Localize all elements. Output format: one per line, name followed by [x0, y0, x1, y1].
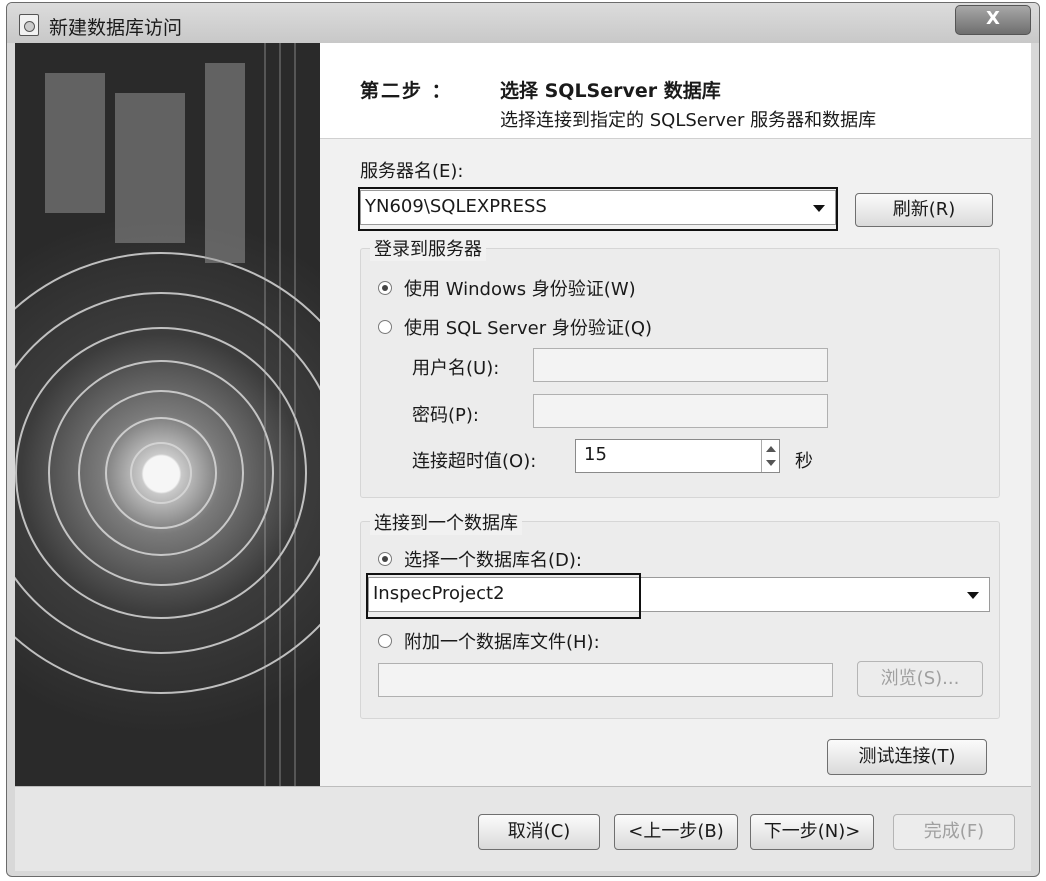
windows-auth-label[interactable]: 使用 Windows 身份验证(W)	[404, 275, 636, 301]
stepper-arrows-icon[interactable]	[761, 440, 779, 472]
password-input	[533, 394, 828, 428]
title-bar[interactable]: 新建数据库访问 X	[7, 3, 1039, 43]
new-database-access-dialog: 新建数据库访问 X 第二步 ： 选择 SQLServer 数据库 选择连接到指定…	[6, 2, 1040, 877]
database-name-combobox[interactable]: InspecProject2	[368, 577, 990, 612]
attach-file-input	[378, 663, 833, 697]
server-name-value: YN609\SQLEXPRESS	[365, 196, 547, 217]
test-connection-button[interactable]: 测试连接(T)	[827, 739, 987, 775]
finish-button: 完成(F)	[893, 814, 1015, 850]
close-button[interactable]: X	[955, 5, 1031, 35]
sql-auth-label[interactable]: 使用 SQL Server 身份验证(Q)	[404, 314, 652, 340]
attach-db-label[interactable]: 附加一个数据库文件(H):	[404, 628, 600, 654]
cancel-button[interactable]: 取消(C)	[478, 814, 600, 850]
database-group-title: 连接到一个数据库	[370, 509, 522, 535]
server-name-label: 服务器名(E):	[360, 161, 464, 182]
wizard-footer: 取消(C) <上一步(B) 下一步(N)> 完成(F)	[15, 786, 1031, 871]
timeout-stepper[interactable]: 15	[575, 439, 780, 473]
step-number: 第二步 ：	[360, 80, 453, 102]
step-description: 选择连接到指定的 SQLServer 服务器和数据库	[500, 110, 877, 131]
chevron-down-icon[interactable]	[813, 205, 825, 212]
decorative-side-image	[15, 43, 320, 786]
wizard-header: 第二步 ： 选择 SQLServer 数据库 选择连接到指定的 SQLServe…	[320, 43, 1031, 139]
chevron-down-icon[interactable]	[967, 592, 979, 599]
next-button[interactable]: 下一步(N)>	[750, 814, 874, 850]
wizard-content: 第二步 ： 选择 SQLServer 数据库 选择连接到指定的 SQLServe…	[320, 43, 1031, 786]
back-button[interactable]: <上一步(B)	[614, 814, 738, 850]
rings-graphic	[15, 43, 320, 786]
window-title: 新建数据库访问	[49, 17, 183, 39]
timeout-label: 连接超时值(O):	[412, 451, 537, 472]
login-group-title: 登录到服务器	[370, 235, 486, 261]
username-input	[533, 348, 828, 382]
browse-button: 浏览(S)...	[857, 661, 983, 697]
app-icon	[19, 14, 39, 36]
dialog-client-area: 第二步 ： 选择 SQLServer 数据库 选择连接到指定的 SQLServe…	[15, 43, 1031, 871]
windows-auth-radio[interactable]	[378, 281, 392, 295]
timeout-unit: 秒	[795, 451, 813, 472]
server-name-combobox[interactable]: YN609\SQLEXPRESS	[360, 190, 836, 225]
timeout-value: 15	[584, 444, 607, 465]
refresh-button[interactable]: 刷新(R)	[855, 193, 993, 227]
select-db-radio[interactable]	[378, 552, 392, 566]
username-label: 用户名(U):	[412, 358, 500, 379]
password-label: 密码(P):	[412, 405, 479, 426]
attach-db-radio[interactable]	[378, 634, 392, 648]
database-name-value: InspecProject2	[373, 583, 505, 604]
select-db-label[interactable]: 选择一个数据库名(D):	[404, 546, 582, 572]
sql-auth-radio[interactable]	[378, 320, 392, 334]
step-title: 选择 SQLServer 数据库	[500, 80, 721, 102]
